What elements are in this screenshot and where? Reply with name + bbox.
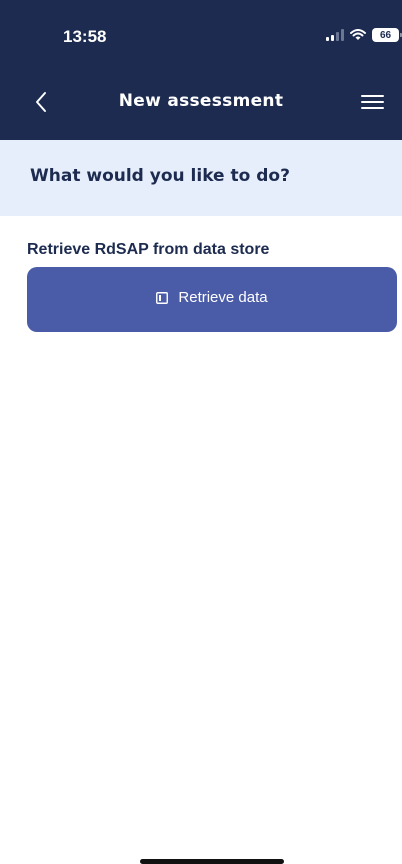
retrieve-data-label: Retrieve data	[178, 289, 268, 306]
retrieve-data-button[interactable]: Retrieve data	[27, 267, 397, 332]
question-banner: What would you like to do?	[0, 140, 402, 216]
question-heading: What would you like to do?	[30, 166, 290, 186]
wifi-icon	[350, 29, 366, 40]
status-bar: 13:58 66	[0, 0, 402, 70]
app-header: 13:58 66 New assessment	[0, 0, 402, 140]
section-label: Retrieve RdSAP from data store	[27, 241, 270, 258]
document-icon	[156, 291, 169, 304]
page-title: New assessment	[118, 91, 284, 111]
status-time: 13:58	[63, 27, 107, 46]
navigation-bar: New assessment	[0, 80, 402, 124]
cellular-signal-icon	[326, 29, 344, 41]
battery-icon: 66	[372, 28, 402, 42]
home-indicator	[140, 859, 284, 864]
status-icons: 66	[326, 27, 402, 43]
battery-level: 66	[379, 29, 392, 41]
hamburger-menu-icon[interactable]	[360, 93, 386, 111]
